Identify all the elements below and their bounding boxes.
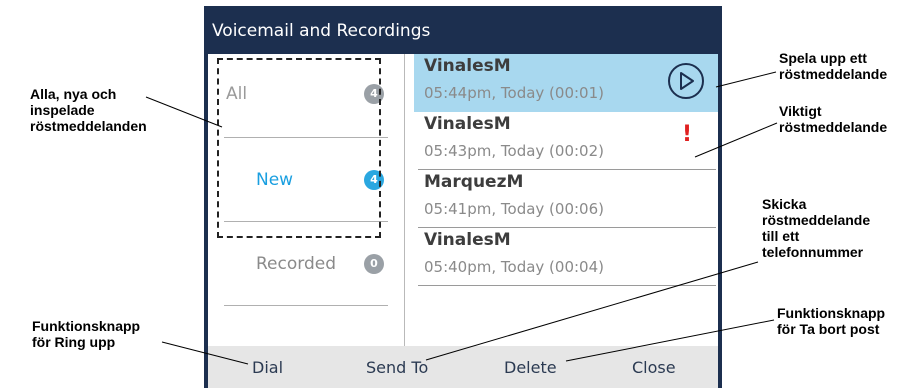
callout-line-dial — [161, 341, 249, 365]
annotation-delete-text: Funktionsknapp för Ta bort post — [777, 305, 886, 337]
callout-line-play — [715, 71, 777, 88]
callout-line-urgent — [694, 122, 778, 158]
annotation-delete: Funktionsknapp för Ta bort post — [777, 305, 885, 337]
annotation-dial-text: Funktionsknapp för Ring upp — [32, 318, 141, 350]
callout-line-delete — [565, 319, 775, 362]
annotation-play: Spela upp ett röstmeddelande — [779, 50, 887, 82]
annotation-filters: Alla, nya och inspelade röstmeddelanden — [30, 86, 147, 134]
annotation-send: Skicka röstmeddelande till ett telefonnu… — [762, 196, 870, 260]
annotation-dial: Funktionsknapp för Ring upp — [32, 318, 140, 350]
callout-line-filters — [145, 96, 223, 128]
callout-line-send — [425, 261, 759, 361]
annotation-urgent-text: Viktigt röstmeddelande — [779, 103, 888, 135]
annotation-send-text: Skicka röstmeddelande till ett telefonnu… — [762, 196, 871, 260]
annotation-play-text: Spela upp ett röstmeddelande — [779, 50, 888, 82]
annotation-filters-text: Alla, nya och inspelade röstmeddelanden — [30, 86, 147, 134]
annotation-urgent: Viktigt röstmeddelande — [779, 103, 887, 135]
